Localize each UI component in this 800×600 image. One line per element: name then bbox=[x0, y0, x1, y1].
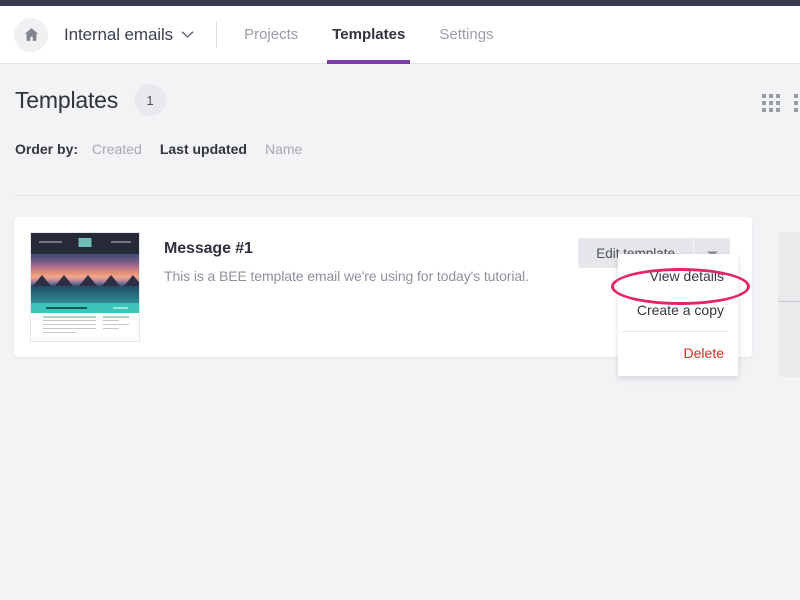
thumbnail-header-right-text bbox=[110, 241, 132, 244]
list-dot bbox=[794, 108, 798, 112]
thumbnail-line bbox=[102, 315, 129, 318]
thumbnail-hero-photo bbox=[31, 253, 139, 304]
thumbnail-logo bbox=[78, 238, 92, 248]
thumbnail-header bbox=[31, 233, 139, 254]
tab-settings[interactable]: Settings bbox=[436, 6, 496, 64]
thumbnail-hut bbox=[54, 275, 73, 287]
thumbnail-body bbox=[31, 312, 139, 341]
grid-cell bbox=[762, 108, 766, 112]
workspace-switcher[interactable]: Internal emails bbox=[64, 25, 194, 45]
tab-templates[interactable]: Templates bbox=[327, 6, 411, 64]
order-by-label: Order by: bbox=[15, 141, 79, 157]
thumbnail-hut bbox=[102, 275, 121, 287]
thumbnail-body-right bbox=[101, 315, 129, 341]
thumbnail-line bbox=[102, 319, 119, 322]
view-mode-switcher bbox=[762, 94, 800, 112]
order-by-row: Order by: Created Last updated Name bbox=[15, 141, 320, 157]
workspace-name: Internal emails bbox=[64, 24, 174, 44]
thumbnail-body-left bbox=[43, 315, 96, 341]
thumbnail-line bbox=[43, 323, 96, 326]
list-view-icon[interactable] bbox=[794, 94, 798, 112]
home-icon bbox=[23, 26, 40, 43]
tab-projects[interactable]: Projects bbox=[241, 6, 301, 64]
list-dot bbox=[794, 94, 798, 98]
thumbnail-line bbox=[43, 315, 96, 318]
page-title: Templates bbox=[15, 86, 119, 113]
main-tabs: Projects Templates Settings bbox=[241, 6, 524, 64]
menu-item-delete[interactable]: Delete bbox=[618, 336, 738, 370]
thumbnail-line bbox=[43, 331, 76, 334]
grid-cell bbox=[769, 108, 773, 112]
email-template-thumbnail[interactable] bbox=[30, 232, 140, 342]
right-side-panel bbox=[778, 232, 800, 377]
grid-cell bbox=[769, 94, 773, 98]
thumbnail-hut bbox=[123, 275, 139, 287]
thumbnail-line bbox=[43, 327, 96, 330]
thumbnail-header-left-text bbox=[38, 241, 63, 244]
order-by-last-updated[interactable]: Last updated bbox=[160, 141, 247, 157]
page-heading-row: Templates 1 bbox=[15, 84, 167, 116]
grid-cell bbox=[762, 94, 766, 98]
grid-cell bbox=[776, 108, 780, 112]
main-navbar: Internal emails Projects Templates Setti… bbox=[0, 6, 800, 64]
grid-cell bbox=[776, 101, 780, 105]
thumbnail-band-title bbox=[46, 306, 88, 309]
list-dot bbox=[794, 101, 798, 105]
grid-view-icon[interactable] bbox=[762, 94, 780, 112]
side-panel-divider bbox=[778, 301, 800, 302]
thumbnail-teal-band bbox=[31, 303, 139, 313]
templates-list-area: Message #1 This is a BEE template email … bbox=[0, 196, 800, 600]
thumbnail-line bbox=[102, 323, 129, 326]
order-by-created[interactable]: Created bbox=[92, 141, 142, 157]
grid-cell bbox=[769, 101, 773, 105]
navbar-divider bbox=[216, 21, 218, 48]
thumbnail-hut bbox=[78, 275, 97, 287]
page-header-section: Templates 1 Order by: Created Last updat… bbox=[0, 65, 800, 240]
home-button[interactable] bbox=[14, 17, 48, 52]
thumbnail-line bbox=[43, 319, 96, 322]
menu-item-view-details[interactable]: View details bbox=[618, 259, 738, 293]
grid-cell bbox=[762, 101, 766, 105]
menu-item-create-a-copy[interactable]: Create a copy bbox=[618, 293, 738, 327]
thumbnail-band-meta bbox=[113, 306, 129, 309]
thumbnail-hut bbox=[33, 275, 52, 287]
chevron-down-icon bbox=[181, 26, 194, 44]
thumbnail-water bbox=[31, 286, 139, 304]
grid-cell bbox=[776, 94, 780, 98]
dropdown-divider bbox=[622, 331, 728, 332]
template-actions-dropdown: View details Create a copy Delete bbox=[618, 254, 738, 376]
order-by-name[interactable]: Name bbox=[265, 141, 302, 157]
template-count-badge: 1 bbox=[134, 84, 167, 116]
thumbnail-line bbox=[102, 327, 119, 330]
